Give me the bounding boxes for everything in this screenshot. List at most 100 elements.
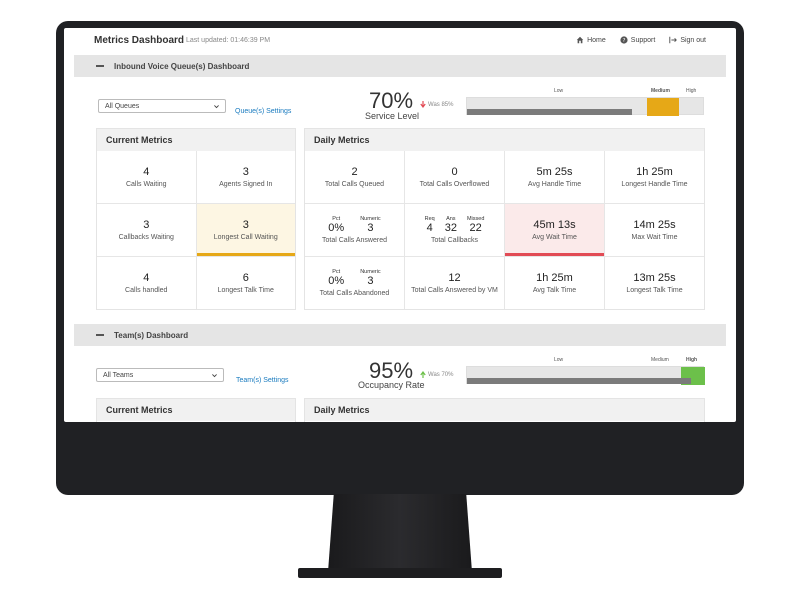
- occupancy-rate-was: Was 70%: [420, 371, 453, 378]
- home-label: Home: [587, 36, 606, 44]
- threshold-high-label: High: [686, 357, 698, 363]
- metric-value: 14m 25s: [633, 219, 676, 231]
- answered-breakdown: Pct 0% Numeric 3: [328, 216, 380, 234]
- last-updated-text: Last updated: 01:46:39 PM: [186, 37, 271, 44]
- metric-avg-talk-time: 1h 25m Avg Talk Time: [505, 257, 604, 309]
- pct-value: 0%: [328, 275, 345, 287]
- support-label: Support: [630, 36, 656, 44]
- metric-label: Total Calls Answered by VM: [411, 287, 498, 294]
- home-icon: [576, 36, 584, 44]
- metric-value: 45m 13s: [533, 219, 576, 231]
- metric-longest-talk-time: 6 Longest Talk Time: [196, 257, 295, 309]
- metric-agents-signed-in: 3 Agents Signed In: [196, 151, 295, 203]
- home-link[interactable]: Home: [576, 36, 606, 44]
- ans-value: 32: [444, 222, 457, 234]
- queue-section-header[interactable]: Inbound Voice Queue(s) Dashboard: [74, 55, 726, 77]
- threshold-low-label: Low: [554, 88, 564, 94]
- queue-daily-metrics-panel: Daily Metrics 2 Total Calls Queued 0 Tot…: [304, 128, 705, 310]
- metric-total-calls-queued: 2 Total Calls Queued: [305, 151, 404, 203]
- metric-value: 3: [242, 219, 249, 231]
- chevron-down-icon: [212, 374, 217, 378]
- arrow-up-icon: [420, 371, 426, 378]
- service-level-label: Service Level: [365, 111, 420, 121]
- metric-value: 2: [351, 166, 358, 178]
- metric-label: Max Wait Time: [631, 234, 678, 241]
- threshold-track: [466, 366, 705, 385]
- metric-value: 12: [448, 272, 461, 284]
- team-settings-link[interactable]: Team(s) Settings: [236, 377, 289, 384]
- current-metrics-grid: 4 Calls Waiting 3 Agents Signed In 3 Cal…: [97, 151, 295, 309]
- metric-value: 3: [242, 166, 249, 178]
- queue-select[interactable]: All Queues: [98, 99, 226, 113]
- signout-icon: [669, 36, 678, 44]
- queue-settings-link[interactable]: Queue(s) Settings: [235, 108, 291, 115]
- metric-value: 3: [143, 219, 150, 231]
- team-section-header[interactable]: Team(s) Dashboard: [74, 324, 726, 346]
- threshold-high-label: High: [686, 88, 697, 94]
- current-metrics-title: Current Metrics: [97, 129, 295, 151]
- metric-value: 6: [242, 272, 249, 284]
- metric-longest-handle-time: 1h 25m Longest Handle Time: [605, 151, 704, 203]
- metric-label: Total Callbacks: [430, 237, 479, 244]
- daily-metrics-title: Daily Metrics: [305, 129, 704, 151]
- team-select[interactable]: All Teams: [96, 368, 224, 382]
- metric-total-callbacks: Req 4 Ans 32 Missed 22 Total Callbacks: [405, 204, 504, 256]
- occupancy-rate-was-text: Was 70%: [428, 371, 454, 378]
- metric-label: Total Calls Abandoned: [319, 290, 390, 297]
- metric-longest-call-waiting: 3 Longest Call Waiting: [196, 204, 295, 256]
- metric-value: 13m 25s: [633, 272, 676, 284]
- support-link[interactable]: ? Support: [620, 36, 656, 44]
- queue-current-metrics-panel: Current Metrics 4 Calls Waiting 3 Agents…: [96, 128, 296, 310]
- screen: Metrics Dashboard Last updated: 01:46:39…: [64, 28, 736, 422]
- threshold-medium-label: Medium: [651, 88, 670, 94]
- signout-label: Sign out: [680, 36, 706, 44]
- collapse-icon[interactable]: [96, 65, 104, 67]
- team-section-title: Team(s) Dashboard: [114, 330, 189, 340]
- metric-label: Total Calls Overflowed: [419, 181, 490, 188]
- page-title: Metrics Dashboard: [94, 35, 185, 46]
- metric-value: 1h 25m: [536, 272, 573, 284]
- numeric-value: 3: [367, 222, 374, 234]
- occupancy-fill: [467, 378, 692, 384]
- metric-label: Agents Signed In: [219, 181, 273, 188]
- metric-value: 0: [451, 166, 458, 178]
- req-value: 4: [426, 222, 433, 234]
- metric-calls-handled: 4 Calls handled: [97, 257, 196, 309]
- svg-text:?: ?: [622, 38, 625, 44]
- arrow-down-icon: [420, 101, 426, 108]
- daily-metrics-grid: 2 Total Calls Queued 0 Total Calls Overf…: [305, 151, 704, 309]
- missed-value: 22: [469, 222, 482, 234]
- metric-label: Longest Handle Time: [621, 181, 688, 188]
- callbacks-breakdown: Req 4 Ans 32 Missed 22: [425, 216, 485, 234]
- metric-total-calls-overflowed: 0 Total Calls Overflowed: [405, 151, 504, 203]
- team-current-metrics-panel: Current Metrics: [96, 398, 296, 422]
- metric-value: 1h 25m: [636, 166, 673, 178]
- abandoned-breakdown: Pct 0% Numeric 3: [328, 269, 380, 287]
- metric-label: Longest Talk Time: [626, 287, 683, 294]
- occupancy-threshold-bar: Low Medium High: [466, 357, 705, 385]
- numeric-value: 3: [367, 275, 374, 287]
- metric-label: Longest Talk Time: [217, 287, 274, 294]
- top-nav: Home ? Support Sign out: [576, 36, 706, 44]
- threshold-medium-zone: [647, 98, 679, 116]
- metric-label: Calls handled: [125, 287, 168, 294]
- daily-metrics-title: Daily Metrics: [305, 399, 704, 421]
- threshold-track: [466, 97, 704, 116]
- current-metrics-title: Current Metrics: [97, 399, 295, 421]
- top-bar: Metrics Dashboard Last updated: 01:46:39…: [64, 28, 736, 54]
- metric-value: 4: [143, 272, 150, 284]
- metric-max-wait-time: 14m 25s Max Wait Time: [605, 204, 704, 256]
- service-level-was-text: Was 85%: [428, 101, 454, 108]
- metric-total-calls-answered: Pct 0% Numeric 3 Total Calls Answered: [305, 204, 404, 256]
- metric-label: Calls Waiting: [125, 181, 167, 188]
- metric-label: Longest Call Waiting: [213, 234, 278, 241]
- metric-label: Total Calls Queued: [324, 181, 385, 188]
- metric-label: Callbacks Waiting: [118, 234, 174, 241]
- team-daily-metrics-panel: Daily Metrics: [304, 398, 705, 422]
- metric-calls-waiting: 4 Calls Waiting: [97, 151, 196, 203]
- metric-daily-longest-talk-time: 13m 25s Longest Talk Time: [605, 257, 704, 309]
- metric-value: 4: [143, 166, 150, 178]
- signout-link[interactable]: Sign out: [669, 36, 706, 44]
- metric-avg-handle-time: 5m 25s Avg Handle Time: [505, 151, 604, 203]
- collapse-icon[interactable]: [96, 334, 104, 336]
